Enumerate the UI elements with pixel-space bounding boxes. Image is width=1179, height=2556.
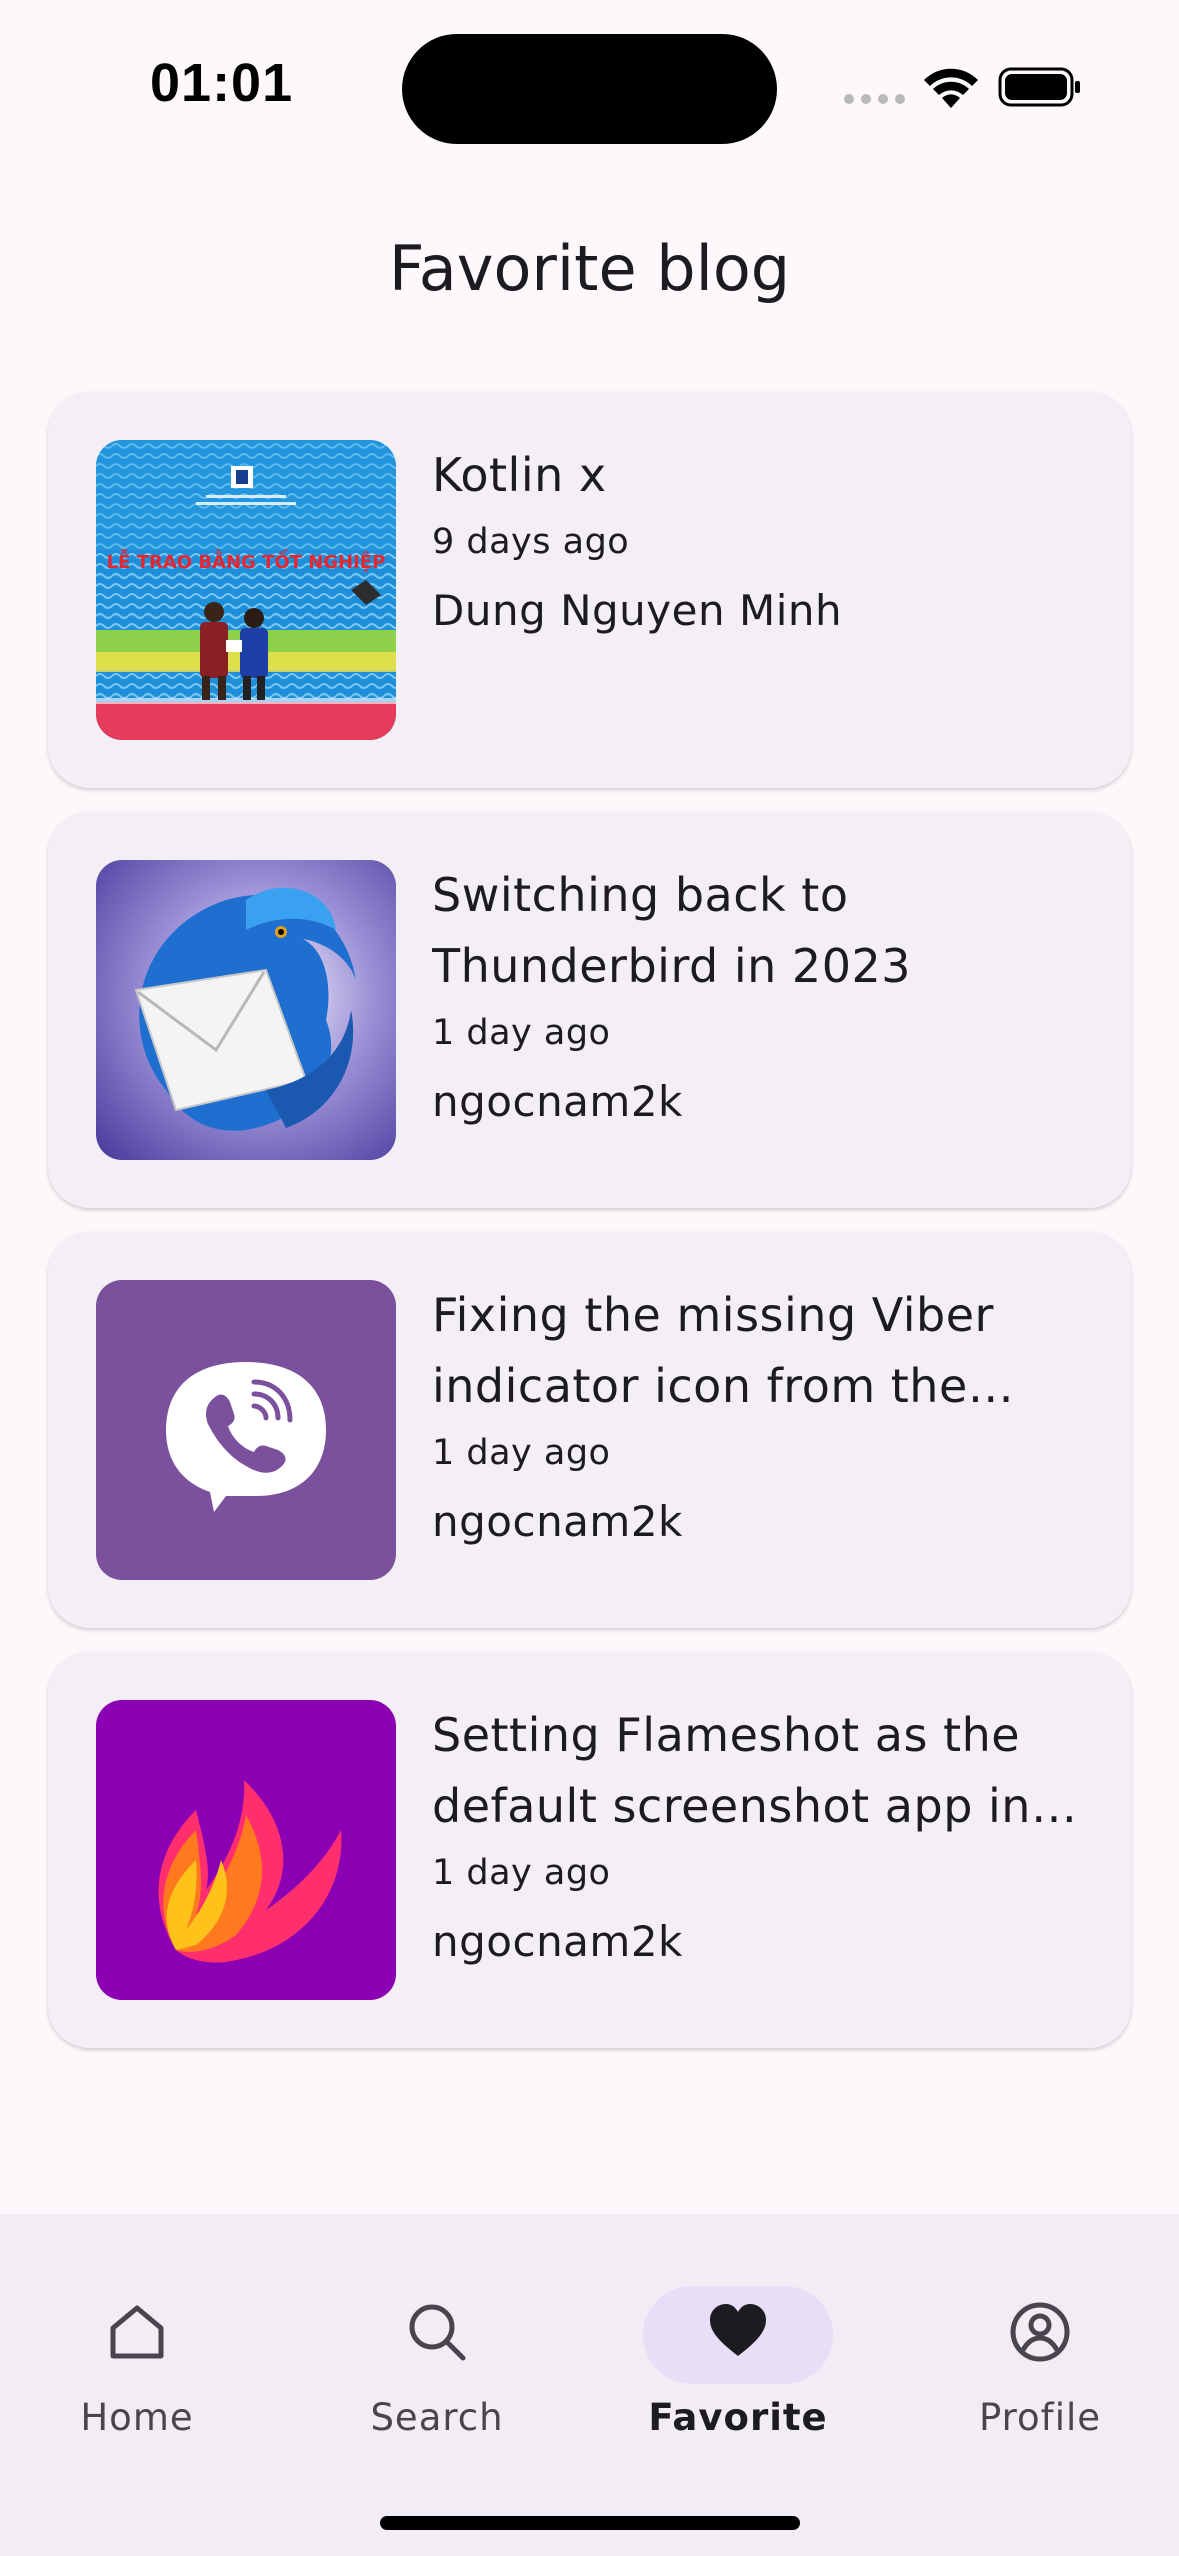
post-title: Switching back to Thunderbird in 2023	[432, 868, 912, 993]
post-date: 1 day ago	[432, 1853, 611, 1893]
home-icon	[110, 2305, 164, 2359]
post-author: Dung Nguyen Minh	[432, 586, 843, 635]
post-thumbnail	[96, 1700, 396, 2000]
post-thumbnail	[96, 860, 396, 1160]
dynamic-island	[402, 34, 777, 144]
post-author: ngocnam2k	[432, 1497, 683, 1546]
heart-icon	[710, 2304, 766, 2356]
post-thumbnail	[96, 1280, 396, 1580]
post-date: 9 days ago	[432, 522, 630, 562]
post-title: Setting Flameshot as the default screens…	[432, 1708, 1031, 1833]
nav-item-home[interactable]: Home	[7, 2250, 267, 2439]
post-author: ngocnam2k	[432, 1917, 683, 1966]
nav-item-search[interactable]: Search	[307, 2250, 567, 2439]
post-info: Setting Flameshot as the default screens…	[432, 1700, 1132, 1972]
post-author: ngocnam2k	[432, 1077, 683, 1126]
nav-item-profile[interactable]: Profile	[910, 2250, 1170, 2439]
post-info: Switching back to Thunderbird in 2023 1 …	[432, 860, 1132, 1132]
post-info: Kotlin x 9 days ago Dung Nguyen Minh	[432, 440, 1132, 641]
nav-label: Profile	[978, 2396, 1102, 2439]
battery-icon	[998, 67, 1080, 107]
home-indicator[interactable]	[380, 2516, 800, 2530]
nav-label: Search	[370, 2396, 504, 2439]
profile-icon	[1010, 2302, 1070, 2362]
post-title: Fixing the missing Viber indicator icon …	[432, 1288, 994, 1413]
blog-card[interactable]: Fixing the missing Viber indicator icon …	[48, 1232, 1131, 1628]
nav-label: Home	[80, 2396, 194, 2439]
page-title: Favorite blog	[388, 232, 791, 305]
nav-label: Favorite	[648, 2396, 828, 2439]
blog-card[interactable]: Switching back to Thunderbird in 2023 1 …	[48, 812, 1131, 1208]
nav-item-favorite[interactable]: Favorite	[608, 2250, 868, 2439]
blog-card[interactable]: Setting Flameshot as the default screens…	[48, 1652, 1131, 2048]
post-date: 1 day ago	[432, 1433, 611, 1473]
search-icon	[409, 2304, 466, 2361]
bottom-navigation: Home Search Favorite Profile	[0, 2214, 1179, 2556]
status-time: 01:01	[150, 53, 294, 113]
post-date: 1 day ago	[432, 1013, 611, 1053]
post-info: Fixing the missing Viber indicator icon …	[432, 1280, 1132, 1552]
wifi-icon	[924, 68, 978, 108]
post-thumbnail: LỄ TRAO BẰNG TỐT NGHIỆP	[96, 440, 396, 740]
cellular-signal-icon	[844, 94, 906, 108]
blog-card[interactable]: LỄ TRAO BẰNG TỐT NGHIỆP Kotlin x 9 days …	[48, 392, 1131, 788]
favorite-screen: 01:01 Favorite blog LỄ TRAO BẰNG TỐT NGH…	[0, 0, 1179, 2556]
banner-text: LỄ TRAO BẰNG TỐT NGHIỆP	[107, 548, 386, 573]
post-title: Kotlin x	[432, 448, 607, 502]
